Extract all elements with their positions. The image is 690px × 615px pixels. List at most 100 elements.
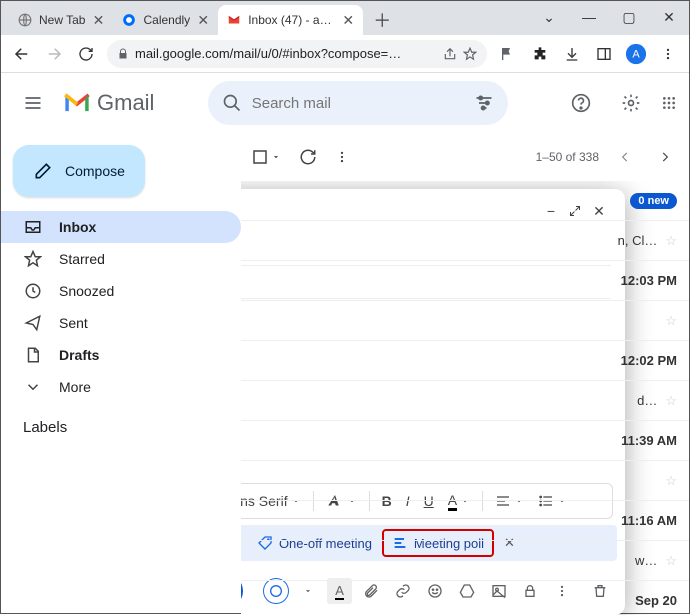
omnibox[interactable]: mail.google.com/mail/u/0/#inbox?compose=… xyxy=(107,40,487,68)
back-button[interactable] xyxy=(7,39,37,69)
gmail-icon xyxy=(226,12,242,28)
close-icon[interactable]: ✕ xyxy=(341,13,355,27)
inbox-row[interactable]: 12:03 PM xyxy=(241,261,689,301)
star-icon[interactable]: ☆ xyxy=(665,233,677,249)
gmail-shell: Gmail Compose Inbox Starred Snoozed Sent… xyxy=(1,73,689,615)
sidebar-item-snoozed[interactable]: Snoozed xyxy=(1,275,241,307)
pencil-icon xyxy=(33,161,53,181)
inbox-row[interactable]: ☆ xyxy=(241,301,689,341)
sidebar-nav: Inbox Starred Snoozed Sent Drafts More xyxy=(1,211,241,403)
sidebar-item-starred[interactable]: Starred xyxy=(1,243,241,275)
row-tail: d… xyxy=(637,393,657,408)
search-box[interactable] xyxy=(208,81,508,125)
row-time: Sep 20 xyxy=(635,593,677,608)
new-tab-button[interactable]: ＋ xyxy=(369,3,395,37)
sidebar-label: Starred xyxy=(59,251,105,267)
star-icon[interactable]: ☆ xyxy=(665,313,677,329)
chevron-down-icon[interactable]: ⌄ xyxy=(529,5,569,35)
minimize-button[interactable]: — xyxy=(569,5,609,35)
omnibox-url: mail.google.com/mail/u/0/#inbox?compose=… xyxy=(135,46,437,61)
star-icon[interactable] xyxy=(463,47,477,61)
toolbar-right: 1–50 of 338 xyxy=(536,143,679,171)
next-page-button[interactable] xyxy=(651,143,679,171)
star-icon[interactable]: ☆ xyxy=(665,473,677,489)
row-time: 11:16 AM xyxy=(621,513,677,528)
gmail-header: Gmail xyxy=(1,73,689,133)
star-icon[interactable]: ☆ xyxy=(665,553,677,569)
share-icon[interactable] xyxy=(443,47,457,61)
content-area: 1–50 of 338 New Message − ✕ Recipients S… xyxy=(241,133,689,615)
inbox-row[interactable]: Sep 20 xyxy=(241,581,689,615)
send-icon xyxy=(23,313,43,333)
tab-calendly[interactable]: Calendly ✕ xyxy=(113,5,218,35)
sidebar-item-more[interactable]: More xyxy=(1,371,241,403)
lock-icon xyxy=(117,48,129,60)
settings-button[interactable] xyxy=(611,83,651,123)
row-time: 11:39 AM xyxy=(621,433,677,448)
draft-icon xyxy=(23,345,43,365)
row-time: 12:03 PM xyxy=(621,273,677,288)
sidebar-item-drafts[interactable]: Drafts xyxy=(1,339,241,371)
tab-gmail-inbox[interactable]: Inbox (47) - an… ✕ xyxy=(218,5,363,35)
calendly-icon xyxy=(121,12,137,28)
search-icon xyxy=(222,93,242,113)
apps-button[interactable] xyxy=(661,83,677,123)
extension-flag-icon[interactable] xyxy=(493,39,523,69)
inbox-row[interactable]: 11:39 AM xyxy=(241,421,689,461)
gmail-logo[interactable]: Gmail xyxy=(63,90,154,116)
row-time: 12:02 PM xyxy=(621,353,677,368)
inbox-row[interactable]: d… ☆ xyxy=(241,381,689,421)
inbox-row[interactable]: 11:16 AM xyxy=(241,501,689,541)
close-icon[interactable]: ✕ xyxy=(196,13,210,27)
inbox-list: New Message − ✕ Recipients Subject Sans … xyxy=(241,181,689,615)
inbox-row[interactable]: w… ☆ xyxy=(241,541,689,581)
new-badge: 0 new xyxy=(630,193,677,209)
page-range: 1–50 of 338 xyxy=(536,150,599,164)
close-icon[interactable]: ✕ xyxy=(91,13,105,27)
inbox-icon xyxy=(23,217,43,237)
select-all-checkbox[interactable] xyxy=(251,148,281,166)
compose-label: Compose xyxy=(65,163,125,179)
sidepanel-icon[interactable] xyxy=(589,39,619,69)
extensions-icon[interactable] xyxy=(525,39,555,69)
window-close-button[interactable]: ✕ xyxy=(649,5,689,35)
tab-title: Calendly xyxy=(143,13,190,27)
forward-button[interactable] xyxy=(39,39,69,69)
more-menu-button[interactable] xyxy=(335,150,349,164)
search-options-icon[interactable] xyxy=(474,93,494,113)
reload-button[interactable] xyxy=(71,39,101,69)
inbox-toolbar: 1–50 of 338 xyxy=(241,133,689,181)
row-tail: n, Cl… xyxy=(618,233,658,248)
sidebar-item-sent[interactable]: Sent xyxy=(1,307,241,339)
sidebar-label: Sent xyxy=(59,315,88,331)
tab-newtab[interactable]: New Tab ✕ xyxy=(9,5,113,35)
sidebar-label: Drafts xyxy=(59,347,99,363)
row-tail: w… xyxy=(635,553,657,568)
inbox-row[interactable]: 0 new xyxy=(241,181,689,221)
sidebar: Compose Inbox Starred Snoozed Sent Draft… xyxy=(1,133,241,615)
browser-menu-button[interactable] xyxy=(653,39,683,69)
main-menu-button[interactable] xyxy=(13,83,53,123)
chevron-down-icon xyxy=(23,377,43,397)
gmail-brand-text: Gmail xyxy=(97,90,154,116)
address-bar: mail.google.com/mail/u/0/#inbox?compose=… xyxy=(1,35,689,73)
star-icon[interactable]: ☆ xyxy=(665,393,677,409)
tab-title: New Tab xyxy=(39,13,85,27)
maximize-button[interactable]: ▢ xyxy=(609,5,649,35)
profile-avatar[interactable]: A xyxy=(621,39,651,69)
browser-titlebar: New Tab ✕ Calendly ✕ Inbox (47) - an… ✕ … xyxy=(1,1,689,35)
star-icon xyxy=(23,249,43,269)
inbox-row[interactable]: ☆ xyxy=(241,461,689,501)
inbox-row[interactable]: 12:02 PM xyxy=(241,341,689,381)
help-button[interactable] xyxy=(561,83,601,123)
downloads-icon[interactable] xyxy=(557,39,587,69)
compose-button[interactable]: Compose xyxy=(13,145,145,197)
prev-page-button[interactable] xyxy=(611,143,639,171)
gmail-body: Compose Inbox Starred Snoozed Sent Draft… xyxy=(1,133,689,615)
sidebar-item-inbox[interactable]: Inbox xyxy=(1,211,241,243)
toolbar-left xyxy=(251,148,349,166)
inbox-row[interactable]: n, Cl… ☆ xyxy=(241,221,689,261)
search-input[interactable] xyxy=(252,95,464,112)
globe-icon xyxy=(17,12,33,28)
refresh-button[interactable] xyxy=(299,148,317,166)
